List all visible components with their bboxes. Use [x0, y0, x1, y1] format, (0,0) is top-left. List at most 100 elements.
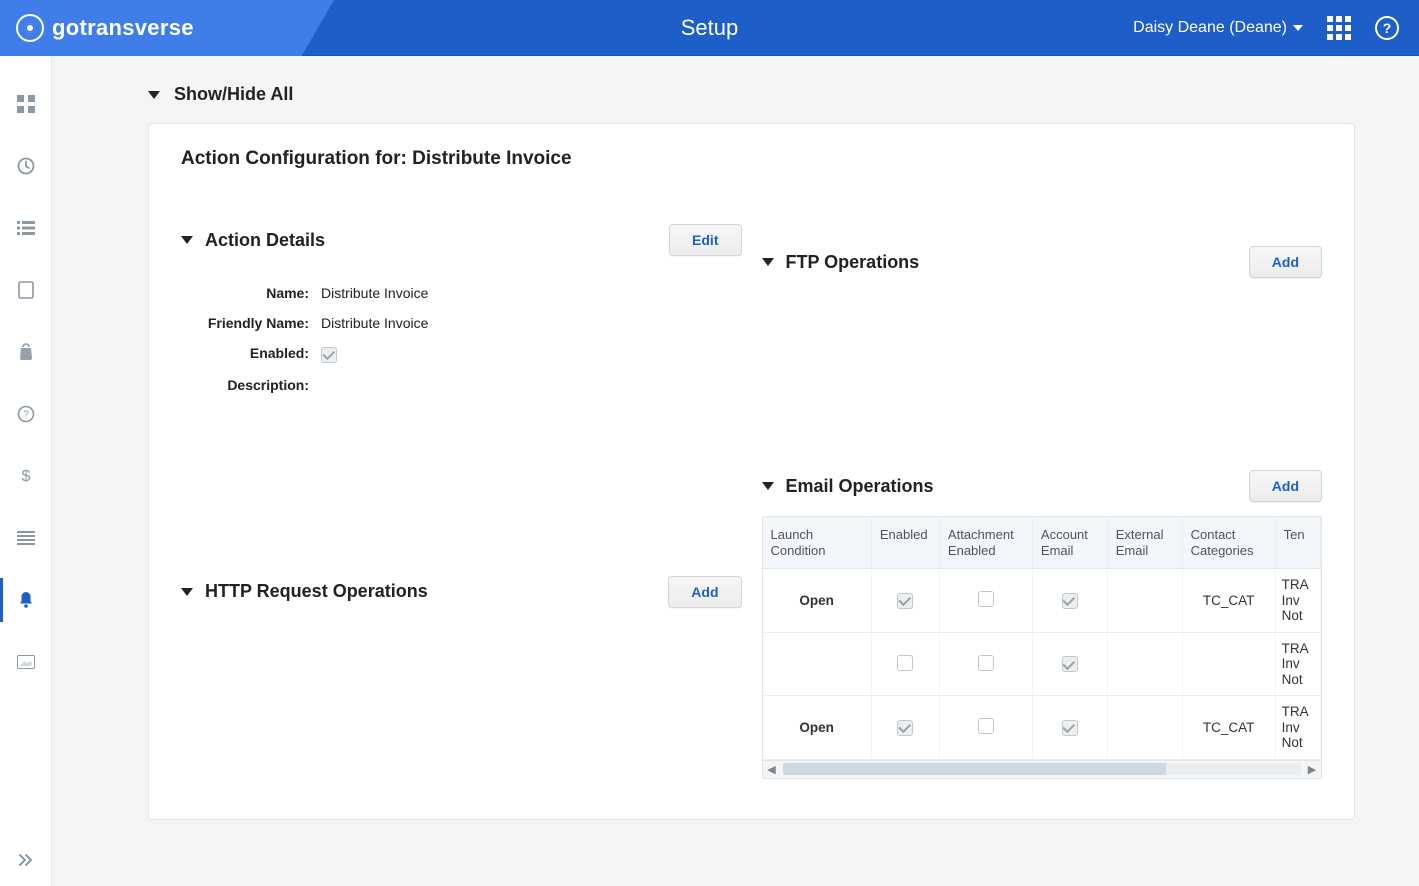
columns: Action Details Edit Name: Distribute Inv…	[181, 198, 1322, 779]
http-ops-toggle[interactable]: HTTP Request Operations	[181, 581, 428, 602]
add-button[interactable]: Add	[1249, 470, 1322, 502]
config-card: Action Configuration for: Distribute Inv…	[148, 123, 1355, 820]
detail-key: Name:	[181, 285, 321, 301]
chevron-down-icon	[181, 236, 193, 244]
col-external-email[interactable]: External Email	[1107, 517, 1182, 569]
nav-recent[interactable]	[0, 148, 52, 184]
chevron-down-icon	[181, 588, 193, 596]
detail-value	[321, 345, 337, 363]
scroll-left-icon[interactable]: ◀	[763, 763, 781, 776]
checkbox-icon	[321, 347, 337, 363]
help-icon[interactable]: ?	[1375, 16, 1399, 40]
ftp-ops-heading: FTP Operations	[786, 252, 920, 273]
detail-value: Distribute Invoice	[321, 315, 428, 331]
add-button[interactable]: Add	[1249, 246, 1322, 278]
col-contact-categories[interactable]: Contact Categories	[1182, 517, 1275, 569]
user-menu[interactable]: Daisy Deane (Deane)	[1133, 19, 1303, 37]
svg-text:?: ?	[23, 410, 29, 421]
detail-row-friendly: Friendly Name: Distribute Invoice	[181, 308, 742, 338]
scroll-track[interactable]	[783, 763, 1302, 775]
brand-logo[interactable]: gotransverse	[16, 14, 194, 42]
scroll-thumb[interactable]	[783, 763, 1167, 775]
cell-categories: TC_CAT	[1182, 696, 1275, 760]
svg-text:$: $	[21, 468, 30, 485]
ftp-ops-head: FTP Operations Add	[762, 246, 1323, 278]
checkbox-icon	[1062, 656, 1078, 672]
email-ops-head: Email Operations Add	[762, 470, 1323, 502]
chevrons-right-icon	[18, 853, 34, 867]
cell-template-clipped: TRAInvNot	[1275, 632, 1320, 696]
cell-external	[1107, 632, 1182, 696]
clock-icon	[17, 157, 35, 175]
col-left: Action Details Edit Name: Distribute Inv…	[181, 198, 742, 779]
checkbox-icon	[978, 655, 994, 671]
brand-glyph-icon	[16, 14, 44, 42]
add-button[interactable]: Add	[668, 576, 741, 608]
question-circle-icon: ?	[17, 405, 35, 423]
col-enabled[interactable]: Enabled	[871, 517, 939, 569]
http-ops-head: HTTP Request Operations Add	[181, 576, 742, 608]
table-row[interactable]: OpenTC_CATTRAInvNot	[763, 696, 1321, 760]
top-bar: gotransverse Setup Daisy Deane (Deane) ?	[0, 0, 1419, 56]
cell-template-clipped: TRAInvNot	[1275, 569, 1320, 633]
nav-list[interactable]	[0, 210, 52, 246]
nav-help[interactable]: ?	[0, 396, 52, 432]
detail-value: Distribute Invoice	[321, 285, 428, 301]
card-title: Action Configuration for: Distribute Inv…	[181, 148, 1322, 170]
scroll-right-icon[interactable]: ▶	[1303, 763, 1321, 776]
detail-row-name: Name: Distribute Invoice	[181, 278, 742, 308]
chevron-down-icon	[148, 91, 160, 99]
nav-page[interactable]	[0, 272, 52, 308]
col-right: FTP Operations Add Email Operations Add	[762, 198, 1323, 779]
detail-key: Enabled:	[181, 345, 321, 361]
col-account-email[interactable]: Account Email	[1032, 517, 1107, 569]
email-ops-toggle[interactable]: Email Operations	[762, 476, 934, 497]
chevron-down-icon	[762, 258, 774, 266]
page-icon	[18, 281, 34, 299]
http-ops-heading: HTTP Request Operations	[205, 581, 428, 602]
nav-finance[interactable]	[0, 334, 52, 370]
topbar-right: Daisy Deane (Deane) ?	[1133, 16, 1419, 40]
brand-area: gotransverse	[0, 0, 334, 56]
show-hide-all-toggle[interactable]: Show/Hide All	[148, 84, 1355, 105]
checkbox-icon	[1062, 720, 1078, 736]
cell-launch: Open	[763, 569, 872, 633]
col-template-clipped[interactable]: Ten	[1275, 517, 1320, 569]
checkbox-icon	[897, 655, 913, 671]
horizontal-scrollbar[interactable]: ◀ ▶	[763, 760, 1322, 778]
action-details-toggle[interactable]: Action Details	[181, 230, 325, 251]
brand-text: gotransverse	[52, 15, 194, 41]
image-icon	[17, 655, 35, 669]
show-hide-label: Show/Hide All	[174, 84, 293, 105]
detail-row-enabled: Enabled:	[181, 338, 742, 370]
apps-icon[interactable]	[1327, 16, 1351, 40]
nav-media[interactable]	[0, 644, 52, 680]
cell-external	[1107, 569, 1182, 633]
cell-launch	[763, 632, 872, 696]
lines-icon	[17, 531, 35, 545]
col-attachment[interactable]: Attachment Enabled	[939, 517, 1032, 569]
detail-key: Description:	[181, 377, 321, 393]
chevron-down-icon	[1293, 25, 1303, 31]
cell-categories: TC_CAT	[1182, 569, 1275, 633]
nav-pricing[interactable]: $	[0, 458, 52, 494]
dollar-icon: $	[20, 467, 32, 485]
checkbox-icon	[978, 718, 994, 734]
table-row[interactable]: Open TC_CATTRAInvNot	[763, 569, 1321, 633]
bag-icon	[18, 343, 34, 361]
col-launch[interactable]: Launch Condition	[763, 517, 872, 569]
checkbox-icon	[897, 720, 913, 736]
nav-notifications[interactable]	[0, 582, 52, 618]
email-ops-table: Launch Condition Enabled Attachment Enab…	[762, 516, 1323, 779]
list-icon	[17, 221, 35, 235]
action-details-head: Action Details Edit	[181, 224, 742, 256]
rail-expand[interactable]	[18, 851, 34, 872]
detail-key: Friendly Name:	[181, 315, 321, 331]
edit-button[interactable]: Edit	[669, 224, 741, 256]
nav-dashboard[interactable]	[0, 86, 52, 122]
ftp-ops-toggle[interactable]: FTP Operations	[762, 252, 920, 273]
table-row[interactable]: TRAInvNot	[763, 632, 1321, 696]
checkbox-icon	[978, 591, 994, 607]
cell-template-clipped: TRAInvNot	[1275, 696, 1320, 760]
nav-lines[interactable]	[0, 520, 52, 556]
